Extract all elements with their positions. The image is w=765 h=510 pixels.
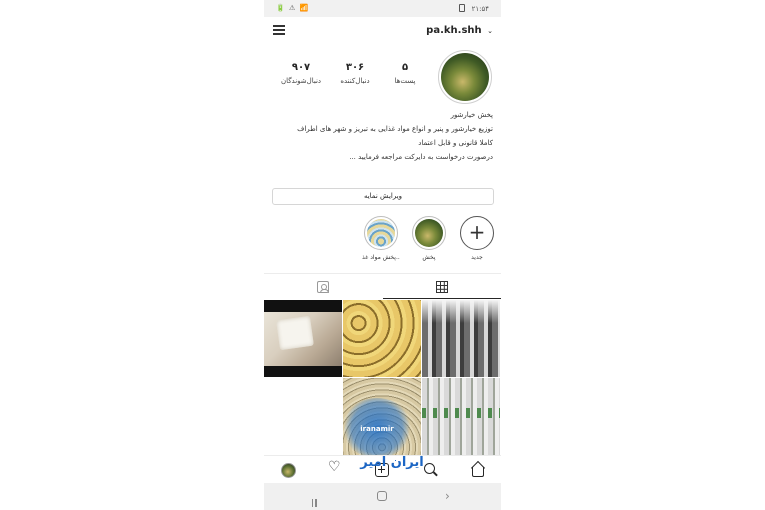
bio-line: کاملا قانونی و قابل اعتماد [418,139,493,147]
phone-screen: 🔋 ⚠ 📶 ۲۱:۵۴ pa.kh.shh ⌄ ۵ پست‌ها ۳۰۶ دنب… [264,0,501,510]
posts-count: ۵ [401,62,409,73]
profile-tabs [264,273,501,299]
highlight-label: پخش مواد غذ... [362,254,400,261]
username-switcher[interactable]: pa.kh.shh ⌄ [426,25,493,36]
status-icons: 🔋 ⚠ 📶 [276,4,310,12]
watermark-logo: iranamir [342,398,412,458]
followers-label: دنبال‌کننده [340,77,370,85]
watermark-text: ایران امیر [360,455,424,470]
tab-tagged[interactable] [264,274,382,299]
profile-bio: پخش خیارشور توزیع خیارشور و پنیر و انواع… [273,108,493,164]
home-icon[interactable] [470,462,484,477]
system-nav-bar: › [264,483,501,510]
following-count: ۹۰۷ [291,62,311,73]
back-icon[interactable]: › [445,489,450,503]
heart-icon[interactable]: ♡ [328,459,341,475]
battery-icon [459,4,466,12]
stat-followers[interactable]: ۳۰۶ دنبال‌کننده [332,62,378,85]
following-label: دنبال‌شوندگان [280,77,322,85]
bio-line: پخش خیارشور [450,111,493,119]
watermark-logo-text: iranamir [360,425,394,433]
system-home-icon[interactable] [377,491,387,501]
nav-profile-avatar[interactable] [281,463,296,478]
plus-icon: + [460,216,494,250]
highlight-new[interactable]: + جدید [458,216,496,261]
followers-count: ۳۰۶ [345,62,365,73]
status-bar: 🔋 ⚠ 📶 ۲۱:۵۴ [264,0,501,17]
edit-profile-button[interactable]: ویرایش نمایه [272,188,494,205]
chevron-down-icon: ⌄ [487,27,493,35]
post-thumbnail[interactable] [264,300,342,377]
username: pa.kh.shh [426,25,482,36]
profile-header: pa.kh.shh ⌄ [264,17,501,45]
highlight-item[interactable]: پخش مواد غذ... [362,216,400,261]
menu-icon[interactable] [273,25,285,35]
highlight-label: جدید [471,254,483,261]
bio-line: توزیع خیارشور و پنیر و انواع مواد غذایی … [297,125,493,133]
stat-following[interactable]: ۹۰۷ دنبال‌شوندگان [276,62,326,85]
bio-line: درصورت درخواست به دایرکت مراجعه فرمایید … [349,153,493,161]
post-thumbnail[interactable] [422,300,500,377]
post-thumbnail[interactable] [264,378,342,455]
tagged-person-icon [317,281,329,293]
grid-icon [436,281,448,293]
posts-label: پست‌ها [394,77,416,85]
status-time-group: ۲۱:۵۴ [459,4,489,13]
highlight-item[interactable]: پخش [410,216,448,261]
post-thumbnail[interactable] [343,300,421,377]
stat-posts[interactable]: ۵ پست‌ها [382,62,428,85]
profile-avatar[interactable] [438,50,492,104]
recent-apps-icon[interactable] [312,492,321,507]
status-time: ۲۱:۵۴ [471,5,489,13]
post-thumbnail[interactable] [422,378,500,455]
highlight-label: پخش [422,254,436,261]
tab-grid[interactable] [383,274,501,299]
